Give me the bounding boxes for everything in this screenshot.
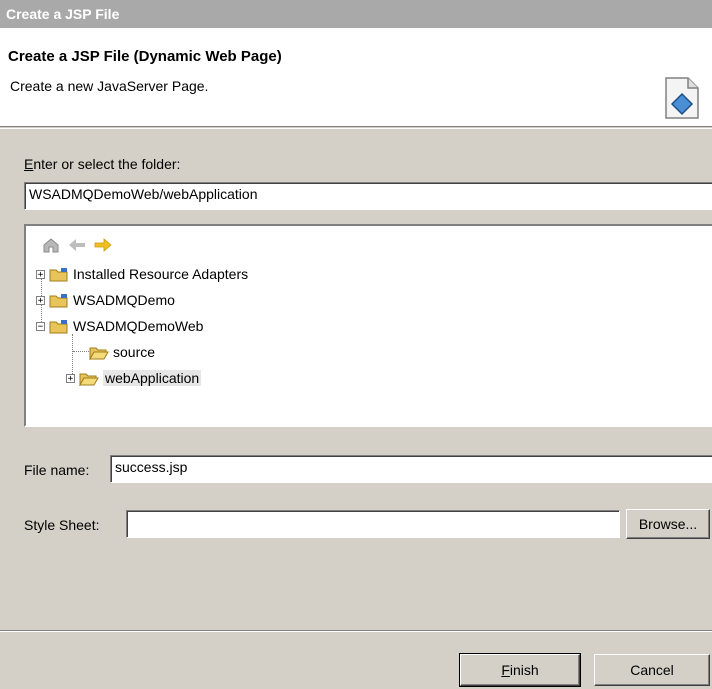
finish-button[interactable]: Finish xyxy=(459,653,581,687)
cancel-button[interactable]: Cancel xyxy=(594,654,710,686)
tree-item-source[interactable]: source xyxy=(89,341,155,363)
tree-item-label: source xyxy=(113,344,156,360)
wizard-banner: Create a JSP File (Dynamic Web Page) Cre… xyxy=(0,28,712,127)
file-name-input[interactable]: success.jsp xyxy=(110,455,712,483)
browse-button[interactable]: Browse... xyxy=(626,509,710,539)
forward-arrow-icon[interactable] xyxy=(94,238,112,252)
tree-item-installed-resource-adapters[interactable]: + Installed Resource Adapters xyxy=(36,263,248,285)
folder-input-value: WSADMQDemoWeb/webApplication xyxy=(29,186,258,202)
open-folder-icon xyxy=(89,347,109,360)
banner-title: Create a JSP File (Dynamic Web Page) xyxy=(8,48,282,65)
expand-icon[interactable]: + xyxy=(36,269,45,279)
collapse-icon[interactable]: − xyxy=(36,321,45,331)
style-sheet-label: Style Sheet: xyxy=(24,517,100,533)
tree-item-label: Installed Resource Adapters xyxy=(73,266,249,282)
tree-item-wsadmqdemo[interactable]: + WSADMQDemo xyxy=(36,289,175,311)
tree-item-wsadmqdemoweb[interactable]: − WSADMQDemoWeb xyxy=(36,315,203,337)
tree-item-webapplication[interactable]: + webApplication xyxy=(66,367,202,389)
folder-label-text: nter or select the folder: xyxy=(33,156,181,172)
home-icon[interactable] xyxy=(42,237,60,253)
tree-item-label: WSADMQDemo xyxy=(73,292,175,308)
expand-icon[interactable]: + xyxy=(66,373,75,383)
file-name-value: success.jsp xyxy=(115,459,188,475)
folder-input[interactable]: WSADMQDemoWeb/webApplication xyxy=(24,182,712,210)
tree-toolbar xyxy=(42,236,112,254)
banner-separator xyxy=(0,128,712,129)
jsp-file-icon xyxy=(665,77,699,119)
button-bar-separator xyxy=(0,630,712,632)
window-title-bar: Create a JSP File xyxy=(0,0,712,28)
style-sheet-input[interactable] xyxy=(126,510,620,538)
folder-label-mnemonic: E xyxy=(24,156,34,172)
file-name-label: File name: xyxy=(24,462,90,478)
project-folder-icon xyxy=(49,319,68,333)
tree-connector xyxy=(73,351,89,352)
back-arrow-icon[interactable] xyxy=(68,238,86,252)
folder-tree[interactable]: + Installed Resource Adapters + WSADMQDe… xyxy=(24,224,712,427)
open-folder-icon xyxy=(79,373,99,386)
banner-description: Create a new JavaServer Page. xyxy=(10,78,209,94)
finish-mnemonic: F xyxy=(501,662,510,678)
project-folder-icon xyxy=(49,293,68,307)
tree-item-label: WSADMQDemoWeb xyxy=(73,318,204,334)
folder-label: Enter or select the folder: xyxy=(24,156,180,172)
finish-label: inish xyxy=(509,662,539,678)
tree-item-label: webApplication xyxy=(103,370,202,386)
expand-icon[interactable]: + xyxy=(36,295,45,305)
project-folder-icon xyxy=(49,267,68,281)
window-title: Create a JSP File xyxy=(6,6,120,22)
